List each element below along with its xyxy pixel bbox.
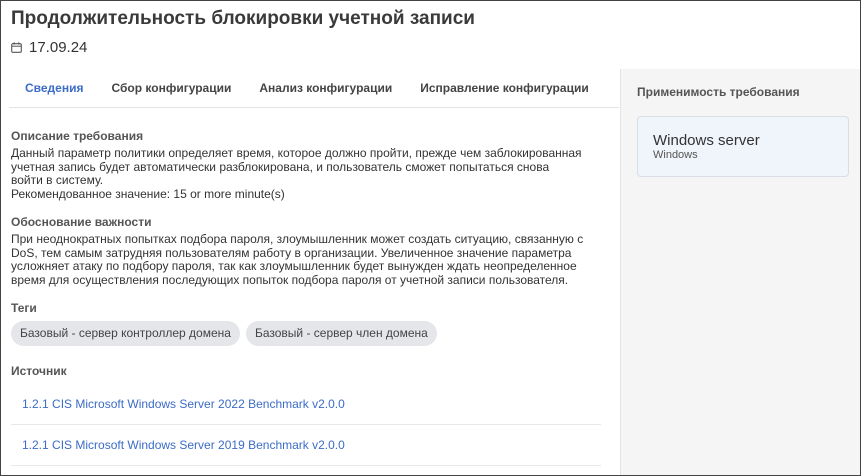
platform-card[interactable]: Windows server Windows: [637, 116, 849, 177]
date-text: 17.09.24: [29, 38, 88, 56]
tab-config-collection[interactable]: Сбор конфигурации: [111, 81, 231, 95]
description-title: Описание требования: [11, 129, 144, 143]
details-content: Описание требования Данный параметр поли…: [11, 129, 601, 466]
source-link-2022[interactable]: 1.2.1 CIS Microsoft Windows Server 2022 …: [22, 397, 345, 411]
description-line: учетная запись будет автоматически разбл…: [11, 159, 550, 174]
description-line: Данный параметр политики определяет врем…: [11, 146, 582, 160]
source-item: 1.2.1 CIS Microsoft Windows Server 2019 …: [11, 425, 601, 466]
justification-line: При неоднократных попытках подбора парол…: [11, 232, 584, 246]
source-list: 1.2.1 CIS Microsoft Windows Server 2022 …: [11, 384, 601, 466]
tab-bar: Сведения Сбор конфигурации Анализ конфиг…: [9, 69, 619, 108]
date-row: 17.09.24: [11, 37, 850, 57]
page-header: Продолжительность блокировки учетной зап…: [11, 7, 850, 57]
tags-title: Теги: [11, 301, 37, 315]
applicability-title: Применимость требования: [637, 85, 800, 99]
justification-line: время для осуществления последующих попы…: [11, 272, 569, 287]
justification-line: усложняет атаку по подбору пароля, так к…: [11, 259, 577, 273]
tab-config-remediation[interactable]: Исправление конфигурации: [420, 81, 589, 95]
source-item: 1.2.1 CIS Microsoft Windows Server 2022 …: [11, 384, 601, 425]
window-frame: Продолжительность блокировки учетной зап…: [0, 0, 861, 476]
platform-card-title: Windows server: [653, 132, 760, 149]
source-title: Источник: [11, 364, 67, 378]
page-title: Продолжительность блокировки учетной зап…: [11, 8, 475, 29]
source-link-2019[interactable]: 1.2.1 CIS Microsoft Windows Server 2019 …: [22, 438, 345, 452]
tab-details[interactable]: Сведения: [25, 81, 83, 95]
tag-domain-controller[interactable]: Базовый - сервер контроллер домена: [11, 321, 240, 346]
tags-section: Теги Базовый - сервер контроллер домена …: [11, 301, 601, 346]
justification-section: Обоснование важности При неоднократных п…: [11, 215, 601, 287]
source-section: Источник 1.2.1 CIS Microsoft Windows Ser…: [11, 364, 601, 466]
calendar-icon: [11, 41, 22, 53]
details-pane: Сведения Сбор конфигурации Анализ конфиг…: [1, 69, 619, 475]
description-line: войти в систему.: [11, 173, 104, 187]
tag-list: Базовый - сервер контроллер домена Базов…: [11, 321, 601, 346]
platform-card-subtitle: Windows: [653, 149, 698, 161]
description-section: Описание требования Данный параметр поли…: [11, 129, 601, 201]
justification-title: Обоснование важности: [11, 215, 152, 229]
recommended-value: Рекомендованное значение: 15 or more min…: [11, 186, 285, 201]
tag-domain-member[interactable]: Базовый - сервер член домена: [245, 321, 437, 346]
tab-config-analysis[interactable]: Анализ конфигурации: [259, 81, 392, 95]
applicability-pane: Применимость требования Windows server W…: [620, 69, 860, 475]
justification-line: DoS, тем самым затрудняя пользователям р…: [11, 245, 572, 260]
